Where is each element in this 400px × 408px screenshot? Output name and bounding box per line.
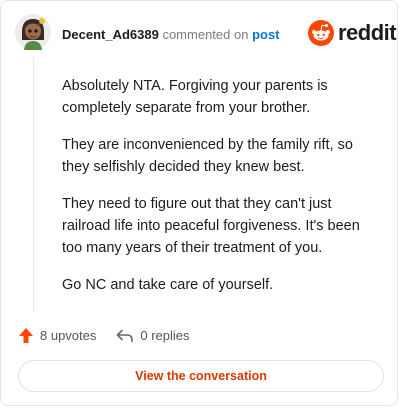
comment-header: Decent_Ad6389 commented on post — [62, 27, 280, 43]
post-link[interactable]: post — [252, 27, 279, 42]
upvote-count: 8 upvotes — [40, 328, 97, 343]
avatar-icon — [15, 14, 51, 50]
username-link[interactable]: Decent_Ad6389 — [62, 27, 159, 42]
comment-paragraph: They are inconvenienced by the family ri… — [62, 137, 353, 175]
thread-line — [33, 58, 34, 311]
commented-on-text: commented on — [162, 27, 249, 42]
upvote-arrow-icon — [19, 328, 33, 343]
comment-embed-card: Decent_Ad6389 commented on post reddit A… — [0, 0, 398, 406]
user-avatar[interactable] — [15, 14, 51, 50]
view-conversation-button[interactable]: View the conversation — [18, 360, 384, 392]
reddit-snoo-icon — [308, 20, 334, 46]
reply-arrow-icon — [117, 329, 134, 342]
reddit-logo[interactable]: reddit — [308, 20, 397, 46]
reply-count: 0 replies — [140, 328, 190, 343]
comment-paragraph: They need to figure out that they can't … — [62, 196, 360, 256]
upvote-button[interactable]: 8 upvotes — [18, 327, 96, 344]
comment-actions: 8 upvotes 0 replies — [18, 327, 190, 344]
comment-body: Absolutely NTA. Forgiving your parents i… — [62, 75, 372, 311]
reddit-wordmark: reddit — [338, 20, 397, 45]
replies-button[interactable]: 0 replies — [116, 328, 190, 343]
comment-paragraph: Absolutely NTA. Forgiving your parents i… — [62, 78, 328, 116]
comment-paragraph: Go NC and take care of yourself. — [62, 277, 274, 293]
